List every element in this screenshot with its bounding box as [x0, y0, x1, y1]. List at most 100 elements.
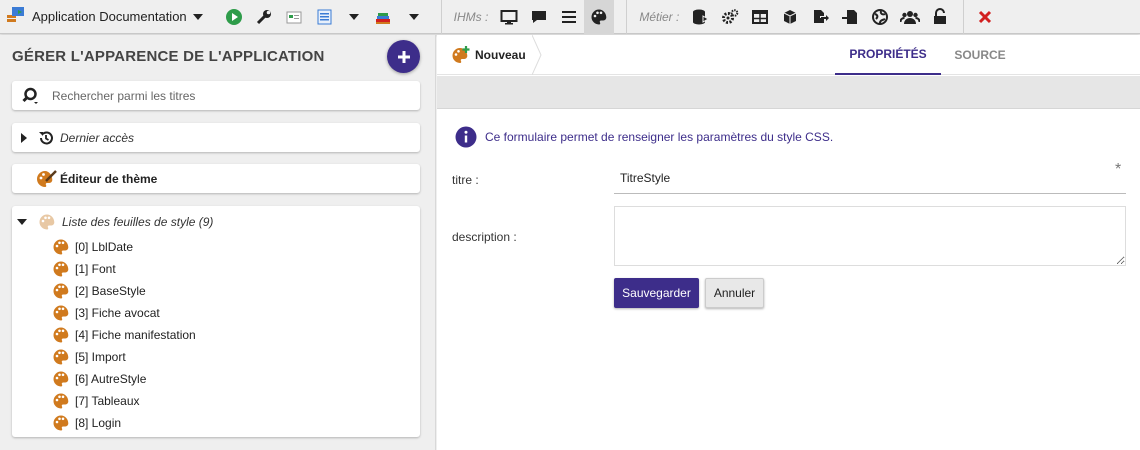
cancel-button[interactable]: Annuler	[705, 278, 764, 308]
toolbar-divider	[626, 0, 628, 34]
breadcrumb[interactable]: Nouveau	[437, 35, 542, 75]
caret-right-icon	[21, 132, 27, 143]
web-button[interactable]	[865, 0, 895, 34]
monitor-icon	[500, 9, 518, 24]
palette-icon	[53, 349, 69, 365]
list-item[interactable]: [6] AutreStyle	[52, 369, 146, 389]
top-toolbar: Application Documentation IHMs : Métier …	[0, 0, 1140, 34]
list-item-label: [5] Import	[75, 350, 126, 364]
info-text: Ce formulaire permet de renseigner les p…	[485, 130, 834, 144]
report-dropdown[interactable]	[339, 0, 369, 34]
info-icon	[455, 126, 477, 148]
list-item[interactable]: [4] Fiche manifestation	[52, 325, 196, 345]
search-box	[12, 81, 420, 110]
list-item[interactable]: [1] Font	[52, 259, 116, 279]
messages-button[interactable]	[524, 0, 554, 34]
document-button[interactable]	[279, 0, 309, 34]
theme-editor-row[interactable]: Éditeur de thème	[12, 164, 420, 193]
close-icon	[979, 10, 992, 23]
palette-icon	[53, 283, 69, 299]
save-button[interactable]: Sauvegarder	[614, 278, 699, 308]
run-button[interactable]	[219, 0, 249, 34]
description-field[interactable]	[614, 206, 1126, 266]
recent-access-row[interactable]: Dernier accès	[12, 123, 420, 152]
list-item[interactable]: [8] Login	[52, 413, 121, 433]
tab-properties[interactable]: PROPRIÉTÉS	[835, 35, 941, 75]
application-name: Application Documentation	[32, 9, 187, 24]
list-item[interactable]: [2] BaseStyle	[52, 281, 146, 301]
editor-panel: Nouveau PROPRIÉTÉS SOURCE Ce formulaire …	[437, 35, 1140, 450]
caret-down-icon	[17, 219, 27, 225]
list-item[interactable]: [0] LblDate	[52, 237, 133, 257]
export-icon	[814, 9, 830, 23]
chevron-down-icon	[408, 13, 419, 20]
unlock-icon	[934, 7, 947, 24]
appearance-button[interactable]	[584, 0, 615, 34]
report-button[interactable]	[309, 0, 339, 34]
list-icon	[562, 10, 577, 23]
breadcrumb-separator	[531, 35, 542, 75]
info-message: Ce formulaire permet de renseigner les p…	[455, 126, 833, 148]
lock-button[interactable]	[925, 0, 955, 34]
palette-icon	[53, 261, 69, 277]
list-item[interactable]: [3] Fiche avocat	[52, 303, 160, 323]
breadcrumb-label: Nouveau	[475, 48, 526, 62]
list-item-label: [8] Login	[75, 416, 122, 430]
plus-icon	[397, 50, 410, 63]
screen-button[interactable]	[494, 0, 524, 34]
library-button[interactable]	[369, 0, 399, 34]
add-button[interactable]	[387, 40, 420, 73]
metier-section-label: Métier :	[639, 9, 680, 24]
chevron-down-icon	[192, 13, 203, 20]
close-button[interactable]	[970, 0, 1000, 34]
palette-icon	[53, 415, 69, 431]
search-input[interactable]	[52, 88, 392, 103]
chevron-down-icon	[348, 13, 359, 20]
tab-source[interactable]: SOURCE	[941, 35, 1019, 75]
list-item-label: [2] BaseStyle	[75, 284, 146, 298]
gears-button[interactable]	[715, 0, 745, 34]
palette-icon	[591, 9, 607, 24]
table-button[interactable]	[745, 0, 775, 34]
required-marker: *	[1115, 161, 1122, 178]
palette-icon	[53, 305, 69, 321]
application-icon	[6, 5, 26, 28]
search-icon[interactable]	[22, 87, 40, 105]
comment-icon	[532, 10, 547, 23]
palette-brush-icon	[37, 169, 57, 187]
application-selector[interactable]: Application Documentation	[0, 0, 203, 34]
database-button[interactable]	[685, 0, 715, 34]
list-item-label: [1] Font	[75, 262, 116, 276]
palette-icon	[53, 371, 69, 387]
menu-button[interactable]	[554, 0, 584, 34]
play-icon	[225, 8, 242, 25]
action-bar	[437, 76, 1140, 109]
list-item[interactable]: [7] Tableaux	[52, 391, 140, 411]
cube-icon	[784, 9, 797, 24]
history-icon	[39, 131, 53, 144]
stylesheet-list-header[interactable]: Liste des feuilles de style (9)	[12, 212, 213, 232]
palette-icon	[53, 327, 69, 343]
stylesheet-list-label: Liste des feuilles de style (9)	[62, 215, 214, 229]
titre-label: titre :	[452, 173, 479, 187]
books-icon	[375, 12, 390, 24]
theme-editor-label: Éditeur de thème	[60, 171, 158, 186]
toolbar-divider	[440, 0, 442, 34]
users-button[interactable]	[895, 0, 925, 34]
description-label: description :	[452, 230, 517, 244]
object-button[interactable]	[775, 0, 805, 34]
settings-button[interactable]	[249, 0, 279, 34]
list-item[interactable]: [5] Import	[52, 347, 126, 367]
list-item-label: [4] Fiche manifestation	[75, 328, 196, 342]
table-icon	[752, 9, 769, 24]
titre-field[interactable]	[614, 163, 1126, 194]
panel-title: GÉRER L'APPARENCE DE L'APPLICATION	[12, 48, 325, 65]
wrench-icon	[256, 9, 271, 24]
import-button[interactable]	[835, 0, 865, 34]
export-button[interactable]	[805, 0, 835, 34]
report-icon	[317, 9, 332, 24]
toolbar-divider	[963, 0, 965, 34]
list-item-label: [6] AutreStyle	[75, 372, 147, 386]
import-icon	[842, 9, 858, 24]
library-dropdown[interactable]	[399, 0, 429, 34]
